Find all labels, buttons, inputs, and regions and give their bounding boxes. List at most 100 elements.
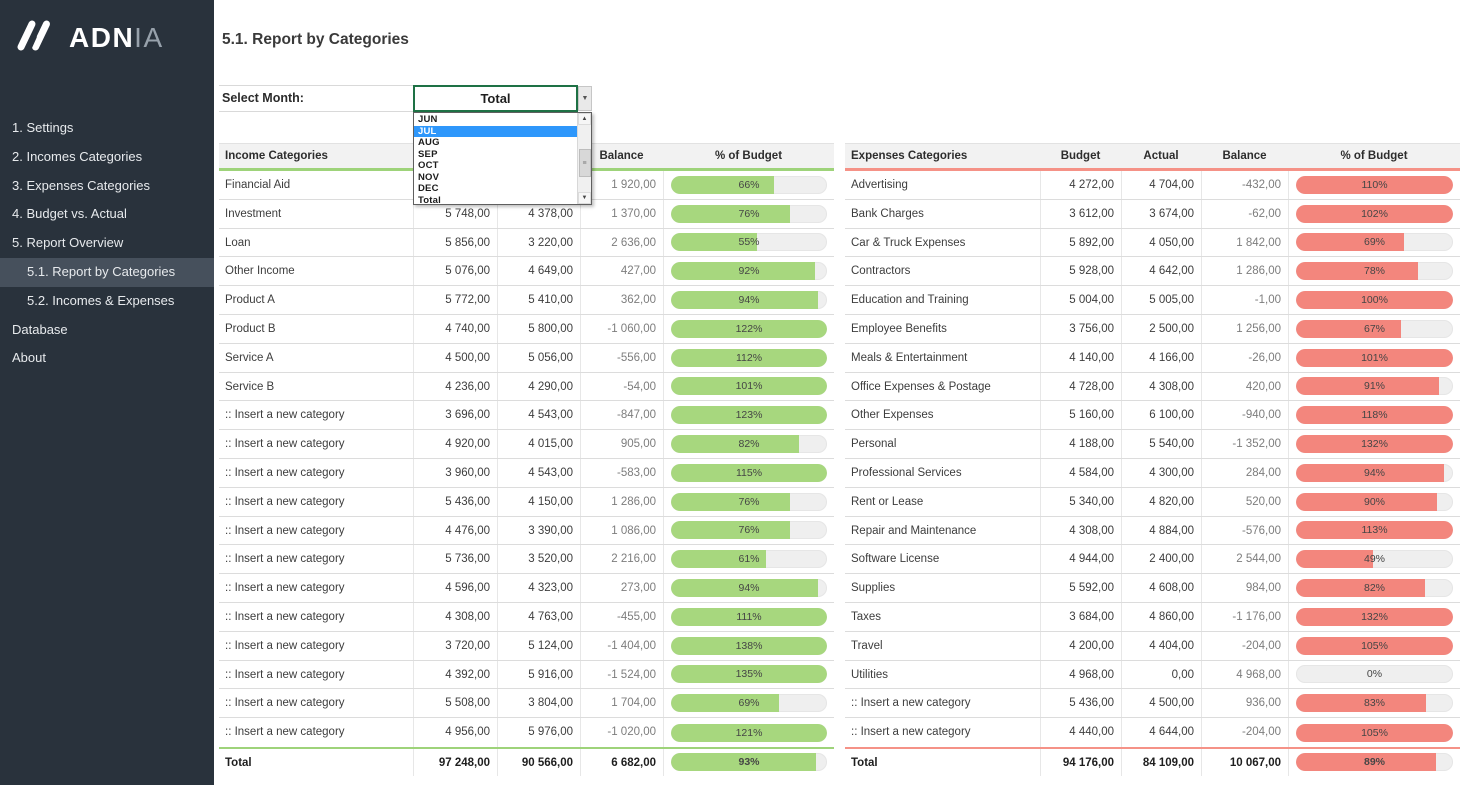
- logo: ADNIA: [14, 16, 164, 59]
- table-row: Repair and Maintenance4 308,004 884,00-5…: [845, 517, 1460, 546]
- bar-percent-label: 61%: [671, 550, 827, 568]
- budget-cell: 4 740,00: [413, 315, 497, 343]
- budget-cell: 4 968,00: [1040, 661, 1121, 689]
- pct-cell: 92%: [663, 257, 834, 285]
- balance-cell: -1 176,00: [1201, 603, 1288, 631]
- budget-progress-bar: 92%: [671, 262, 827, 280]
- pct-cell: 89%: [1288, 749, 1460, 776]
- month-option-oct[interactable]: OCT: [414, 160, 577, 172]
- month-option-dec[interactable]: DEC: [414, 183, 577, 195]
- balance-cell: 1 842,00: [1201, 229, 1288, 257]
- actual-cell: 4 642,00: [1121, 257, 1201, 285]
- bar-percent-label: 94%: [1296, 464, 1453, 482]
- column-header-balance: Balance: [1201, 144, 1288, 168]
- table-row: Travel4 200,004 404,00-204,00105%: [845, 632, 1460, 661]
- budget-progress-bar: 110%: [1296, 176, 1453, 194]
- sidebar-item-5-1-report-by-categories[interactable]: 5.1. Report by Categories: [0, 258, 214, 287]
- month-option-nov[interactable]: NOV: [414, 172, 577, 184]
- bar-percent-label: 76%: [671, 521, 827, 539]
- budget-cell: 4 440,00: [1040, 718, 1121, 747]
- month-option-sep[interactable]: SEP: [414, 149, 577, 161]
- bar-percent-label: 111%: [671, 608, 827, 626]
- actual-cell: 4 860,00: [1121, 603, 1201, 631]
- category-cell: Total: [845, 749, 1040, 776]
- balance-cell: -583,00: [580, 459, 663, 487]
- category-cell: Product B: [219, 315, 413, 343]
- income-table-footer: Total97 248,0090 566,006 682,0093%: [219, 747, 834, 776]
- month-dropdown-list: JUNJULAUGSEPOCTNOVDECTotal: [414, 114, 577, 206]
- budget-cell: 3 612,00: [1040, 200, 1121, 228]
- budget-progress-bar: 82%: [671, 435, 827, 453]
- pct-cell: 122%: [663, 315, 834, 343]
- column-header-actual: Actual: [1121, 144, 1201, 168]
- balance-cell: 2 636,00: [580, 229, 663, 257]
- month-combobox[interactable]: Total: [413, 85, 578, 112]
- table-row: Product B4 740,005 800,00-1 060,00122%: [219, 315, 834, 344]
- combobox-dropdown-arrow-icon[interactable]: ▼: [578, 86, 592, 111]
- pct-cell: 135%: [663, 661, 834, 689]
- budget-cell: 4 272,00: [1040, 171, 1121, 199]
- actual-cell: 4 150,00: [497, 488, 580, 516]
- bar-percent-label: 135%: [671, 665, 827, 683]
- pct-cell: 61%: [663, 545, 834, 573]
- sidebar-item-4-budget-vs-actual[interactable]: 4. Budget vs. Actual: [0, 200, 214, 229]
- bar-percent-label: 76%: [671, 205, 827, 223]
- scroll-up-icon[interactable]: ▲: [578, 113, 591, 125]
- pct-cell: 101%: [663, 373, 834, 401]
- budget-cell: 3 684,00: [1040, 603, 1121, 631]
- budget-cell: 5 892,00: [1040, 229, 1121, 257]
- sidebar-item-3-expenses-categories[interactable]: 3. Expenses Categories: [0, 172, 214, 201]
- pct-cell: 110%: [1288, 171, 1460, 199]
- bar-percent-label: 132%: [1296, 435, 1453, 453]
- month-option-jul[interactable]: JUL: [414, 126, 577, 138]
- sidebar-item-5-report-overview[interactable]: 5. Report Overview: [0, 229, 214, 258]
- sidebar-item-2-incomes-categories[interactable]: 2. Incomes Categories: [0, 143, 214, 172]
- actual-cell: 4 015,00: [497, 430, 580, 458]
- balance-cell: -455,00: [580, 603, 663, 631]
- actual-cell: 3 804,00: [497, 689, 580, 717]
- budget-cell: 4 728,00: [1040, 373, 1121, 401]
- table-row: :: Insert a new category4 392,005 916,00…: [219, 661, 834, 690]
- pct-cell: 112%: [663, 344, 834, 372]
- month-option-aug[interactable]: AUG: [414, 137, 577, 149]
- budget-cell: 97 248,00: [413, 749, 497, 776]
- balance-cell: 1 286,00: [1201, 257, 1288, 285]
- sidebar-item-database[interactable]: Database: [0, 316, 214, 345]
- bar-percent-label: 94%: [671, 291, 827, 309]
- category-cell: Service A: [219, 344, 413, 372]
- actual-cell: 4 500,00: [1121, 689, 1201, 717]
- table-row: Other Income5 076,004 649,00427,0092%: [219, 257, 834, 286]
- category-cell: Financial Aid: [219, 171, 413, 199]
- scrollbar-thumb[interactable]: ≡: [579, 149, 591, 177]
- actual-cell: 2 400,00: [1121, 545, 1201, 573]
- sidebar-item-about[interactable]: About: [0, 344, 214, 373]
- pct-cell: 78%: [1288, 257, 1460, 285]
- scroll-down-icon[interactable]: ▼: [578, 192, 591, 204]
- page-title: 5.1. Report by Categories: [222, 31, 409, 49]
- balance-cell: -1 524,00: [580, 661, 663, 689]
- budget-progress-bar: 55%: [671, 233, 827, 251]
- bar-percent-label: 93%: [671, 753, 827, 771]
- table-row: :: Insert a new category4 596,004 323,00…: [219, 574, 834, 603]
- column-header-balance: Balance: [580, 144, 663, 168]
- month-option-jun[interactable]: JUN: [414, 114, 577, 126]
- budget-cell: 5 592,00: [1040, 574, 1121, 602]
- bar-percent-label: 112%: [671, 349, 827, 367]
- budget-cell: 5 736,00: [413, 545, 497, 573]
- table-row: :: Insert a new category4 440,004 644,00…: [845, 718, 1460, 747]
- bar-percent-label: 110%: [1296, 176, 1453, 194]
- bar-percent-label: 82%: [671, 435, 827, 453]
- sidebar-item-5-2-incomes-expenses[interactable]: 5.2. Incomes & Expenses: [0, 287, 214, 316]
- category-cell: Professional Services: [845, 459, 1040, 487]
- dropdown-scrollbar[interactable]: ▲ ≡ ▼: [577, 113, 591, 204]
- pct-cell: 67%: [1288, 315, 1460, 343]
- table-row: Professional Services4 584,004 300,00284…: [845, 459, 1460, 488]
- pct-cell: 82%: [663, 430, 834, 458]
- balance-cell: -54,00: [580, 373, 663, 401]
- table-row: Advertising4 272,004 704,00-432,00110%: [845, 171, 1460, 200]
- sidebar-item-1-settings[interactable]: 1. Settings: [0, 114, 214, 143]
- bar-percent-label: 101%: [1296, 349, 1453, 367]
- month-option-total[interactable]: Total: [414, 195, 577, 207]
- balance-cell: -432,00: [1201, 171, 1288, 199]
- category-cell: :: Insert a new category: [219, 459, 413, 487]
